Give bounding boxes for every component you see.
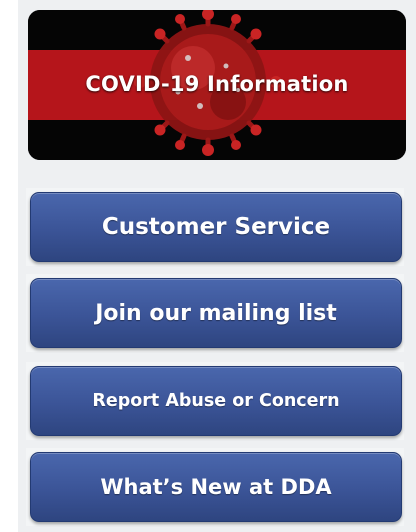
mailing-list-slot: Join our mailing list (26, 274, 404, 352)
report-abuse-slot: Report Abuse or Concern (26, 362, 404, 440)
customer-service-button[interactable]: Customer Service (30, 192, 402, 262)
customer-service-slot: Customer Service (26, 188, 404, 266)
join-mailing-list-button[interactable]: Join our mailing list (30, 278, 402, 348)
covid-info-banner[interactable]: COVID-19 Information (28, 10, 406, 160)
banner-title: COVID-19 Information (85, 72, 349, 96)
whats-new-button[interactable]: What’s New at DDA (30, 452, 402, 522)
whats-new-slot: What’s New at DDA (26, 448, 404, 526)
report-abuse-button[interactable]: Report Abuse or Concern (30, 366, 402, 436)
